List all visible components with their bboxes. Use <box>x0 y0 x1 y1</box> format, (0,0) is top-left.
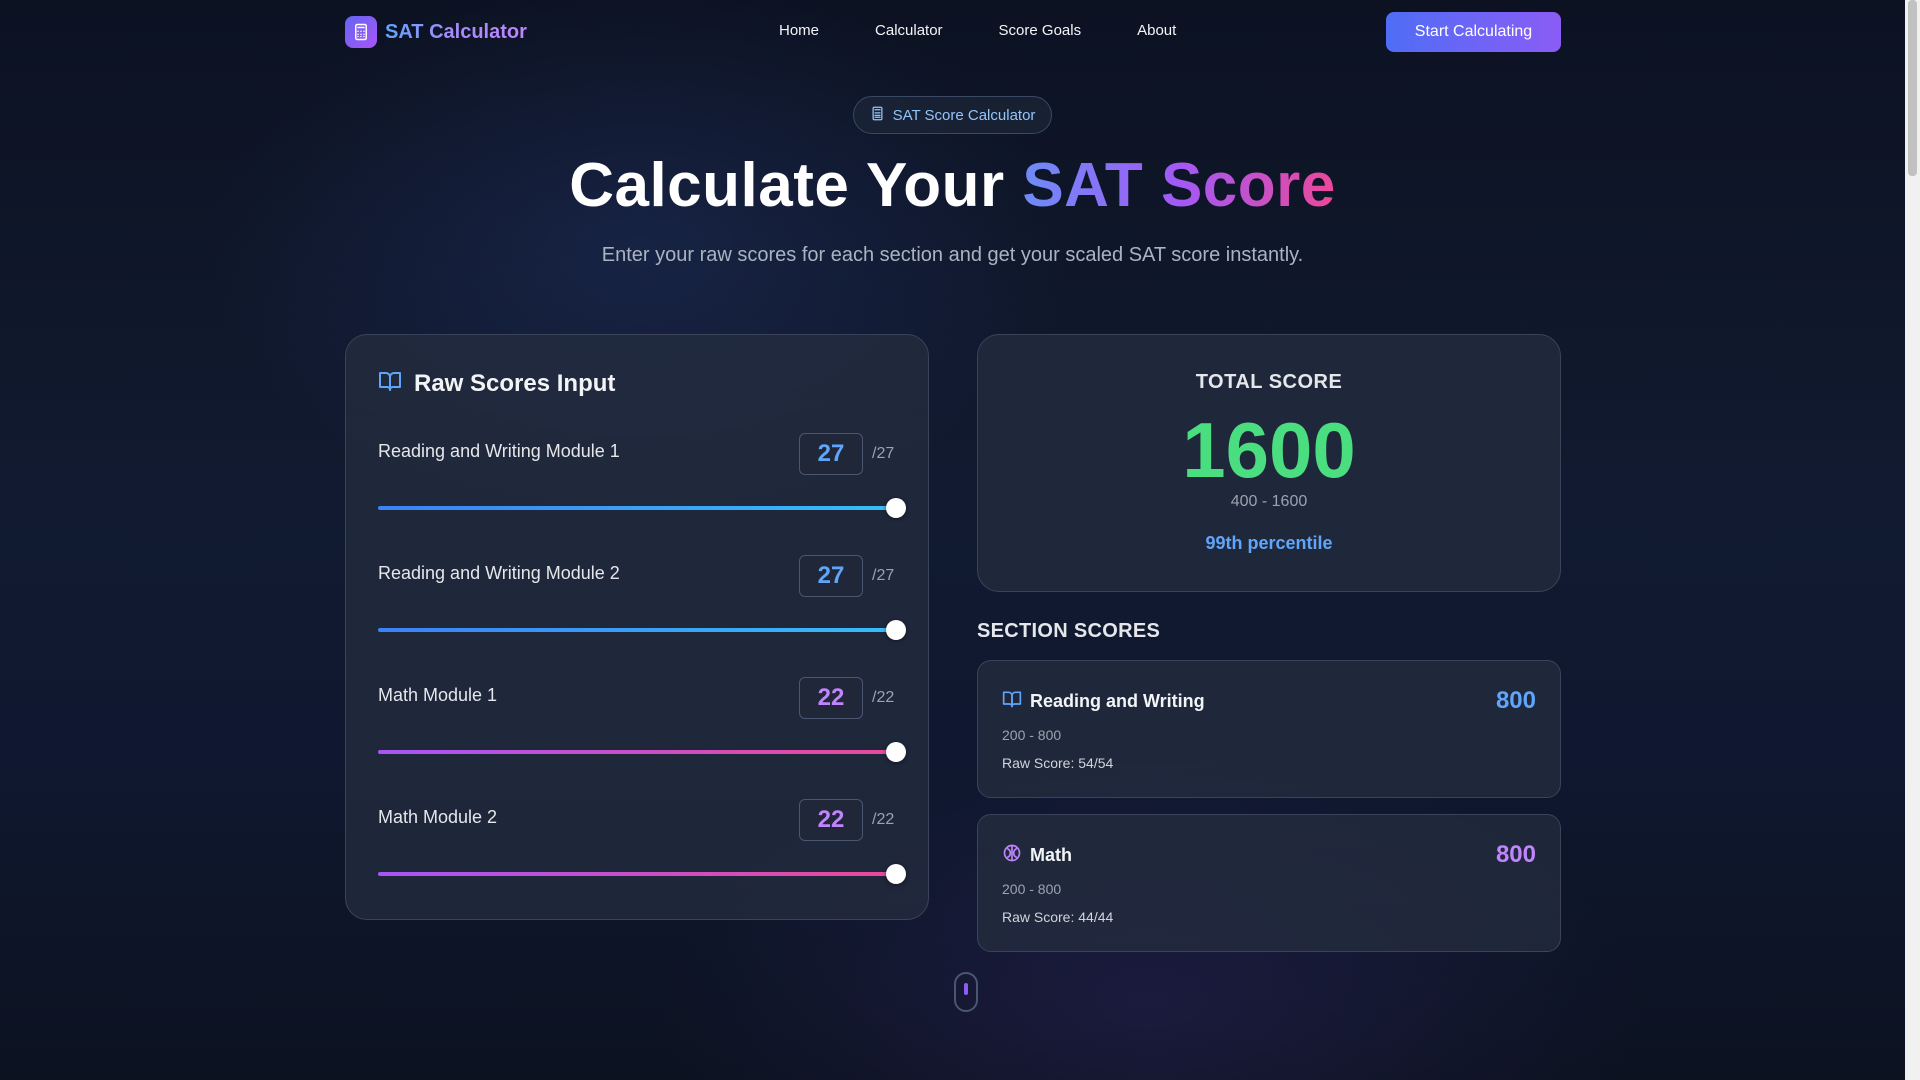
scroll-indicator-dot <box>964 983 968 995</box>
page-scrollbar[interactable] <box>1905 0 1920 1080</box>
section-scores-title: SECTION SCORES <box>977 620 1161 642</box>
rw-module-1-input[interactable]: 27 <box>799 433 863 475</box>
book-open-icon <box>378 369 402 398</box>
nav-links: Home Calculator Score Goals About <box>779 22 1176 39</box>
math-name: Math <box>1030 845 1072 865</box>
rw-module-2-max: /27 <box>872 567 895 584</box>
score-row-math-module-1: Math Module 1 22 /22 <box>378 677 906 767</box>
rw-module-1-slider-track[interactable] <box>378 506 898 510</box>
math-score-card: Math 800 200 - 800 Raw Score: 44/44 <box>977 814 1561 952</box>
rw-module-2-input[interactable]: 27 <box>799 555 863 597</box>
raw-scores-card: Raw Scores Input Reading and Writing Mod… <box>345 334 929 920</box>
reading-writing-range: 200 - 800 <box>1002 727 1062 743</box>
page-subtitle: Enter your raw scores for each section a… <box>601 244 1304 266</box>
score-row-label: Reading and Writing Module 2 <box>378 563 620 583</box>
logo[interactable]: SAT Calculator <box>345 16 527 48</box>
math-module-1-slider-track[interactable] <box>378 750 898 754</box>
score-row-rw-module-2: Reading and Writing Module 2 27 /27 <box>378 555 906 645</box>
math-range: 200 - 800 <box>1002 881 1062 897</box>
page-title-plain: Calculate Your <box>569 151 1023 220</box>
page-scrollbar-thumb[interactable] <box>1908 0 1917 176</box>
calculator-icon <box>870 106 885 125</box>
math-raw-score: Raw Score: 44/44 <box>1002 909 1114 925</box>
nav-link-about[interactable]: About <box>1137 22 1176 39</box>
page-title-accent: SAT Score <box>1022 151 1336 220</box>
nav-link-score-goals[interactable]: Score Goals <box>999 22 1082 39</box>
math-module-2-slider-thumb[interactable] <box>886 864 906 884</box>
total-score-value: 1600 <box>1182 406 1356 494</box>
score-row-rw-module-1: Reading and Writing Module 1 27 /27 <box>378 433 906 523</box>
score-row-math-module-2: Math Module 2 22 /22 <box>378 799 906 889</box>
rw-module-2-slider-track[interactable] <box>378 628 898 632</box>
reading-writing-header: Reading and Writing <box>1002 689 1205 714</box>
book-open-icon <box>1002 689 1022 714</box>
reading-writing-score: 800 <box>1495 687 1536 714</box>
math-module-2-max: /22 <box>872 811 895 828</box>
rw-module-1-slider-thumb[interactable] <box>886 498 906 518</box>
hero-badge: SAT Score Calculator <box>853 96 1052 134</box>
math-module-2-input[interactable]: 22 <box>799 799 863 841</box>
start-calculating-button[interactable]: Start Calculating <box>1386 12 1561 52</box>
rw-module-2-slider-thumb[interactable] <box>886 620 906 640</box>
reading-writing-score-card: Reading and Writing 800 200 - 800 Raw Sc… <box>977 660 1561 798</box>
logo-text: SAT Calculator <box>385 20 527 43</box>
math-module-1-slider-thumb[interactable] <box>886 742 906 762</box>
total-score-percentile: 99th percentile <box>1205 533 1333 553</box>
math-score: 800 <box>1495 841 1536 868</box>
score-row-label: Reading and Writing Module 1 <box>378 441 620 461</box>
score-row-label: Math Module 1 <box>378 685 498 705</box>
total-score-range: 400 - 1600 <box>1230 493 1308 510</box>
scroll-down-indicator[interactable] <box>954 972 978 1012</box>
page-title: Calculate Your SAT Score <box>0 150 1905 221</box>
top-nav: SAT Calculator Home Calculator Score Goa… <box>0 0 1905 64</box>
rw-module-1-max: /27 <box>872 445 895 462</box>
raw-scores-title: Raw Scores Input <box>414 369 616 397</box>
reading-writing-raw-score: Raw Score: 54/54 <box>1002 755 1114 771</box>
brain-icon <box>1002 843 1022 868</box>
nav-link-home[interactable]: Home <box>779 22 819 39</box>
math-header: Math <box>1002 843 1072 868</box>
nav-link-calculator[interactable]: Calculator <box>875 22 943 39</box>
score-row-label: Math Module 2 <box>378 807 498 827</box>
math-module-2-slider-track[interactable] <box>378 872 898 876</box>
math-module-1-max: /22 <box>872 689 895 706</box>
total-score-label: TOTAL SCORE <box>1195 371 1343 393</box>
total-score-card: TOTAL SCORE 1600 400 - 1600 99th percent… <box>977 334 1561 592</box>
hero-badge-label: SAT Score Calculator <box>892 106 1036 124</box>
math-module-1-input[interactable]: 22 <box>799 677 863 719</box>
calculator-icon <box>345 16 377 48</box>
reading-writing-name: Reading and Writing <box>1030 691 1205 711</box>
raw-scores-header: Raw Scores Input <box>378 369 615 398</box>
